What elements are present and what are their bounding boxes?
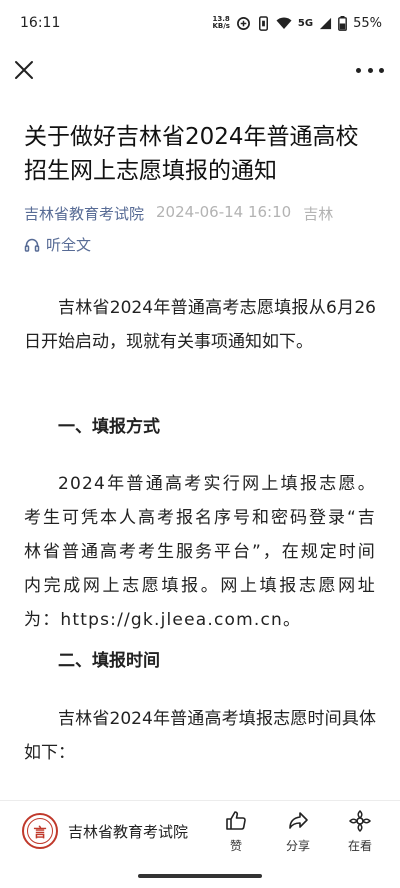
flower-icon [348, 809, 372, 833]
account-card[interactable]: 言 吉林省教育考试院 [22, 813, 188, 849]
vibrate-icon [258, 15, 268, 31]
article-meta: 吉林省教育考试院 2024-06-14 16:10 吉林 [24, 203, 384, 224]
more-icon-dot [367, 67, 373, 73]
section-heading-time: 二、填报时间 [58, 651, 160, 671]
close-icon [15, 61, 33, 79]
status-bar: 16:11 13.8 KB/s 5G 55% [0, 0, 400, 46]
article-source-link[interactable]: 吉林省教育考试院 [24, 203, 144, 224]
seal-logo: 言 [27, 818, 53, 844]
close-button[interactable] [12, 58, 36, 82]
section-heading-method: 一、填报方式 [58, 417, 160, 437]
paragraph-time: 吉林省2024年普通高考填报志愿时间具体如下： [24, 709, 376, 763]
share-label: 分享 [285, 839, 310, 853]
article-date: 2024-06-14 16:10 [156, 203, 292, 221]
home-indicator[interactable] [138, 874, 262, 878]
more-icon-dot [356, 67, 361, 73]
avatar: 言 [22, 813, 58, 849]
paragraph-intro: 吉林省2024年普通高考志愿填报从6月26日开始启动，现就有关事项通知如下。 [24, 298, 376, 352]
thumbs-up-icon [226, 811, 246, 830]
status-time: 16:11 [20, 15, 61, 31]
net-speed-unit: KB/s [212, 22, 230, 30]
share-icon [289, 812, 308, 829]
net-speed-indicator: 13.8 KB/s [212, 16, 229, 30]
bottom-action-bar: 言 吉林省教育考试院 赞 分享 在看 [0, 800, 400, 864]
like-label: 赞 [229, 839, 242, 853]
more-options-button[interactable] [356, 58, 384, 82]
watching-label: 在看 [347, 839, 372, 853]
listen-full-text-button[interactable]: 听全文 [24, 234, 91, 255]
network-type: 5G [297, 17, 314, 29]
article-region: 吉林 [303, 205, 334, 223]
headphones-icon [24, 238, 40, 252]
wifi-icon [276, 17, 292, 29]
action-buttons: 赞 分享 在看 [216, 809, 380, 854]
signal-icon [320, 17, 332, 29]
status-icons: 13.8 KB/s 5G 55% [212, 15, 382, 31]
data-saver-icon [236, 16, 250, 30]
share-button[interactable]: 分享 [278, 809, 318, 854]
battery-percent: 55% [353, 15, 382, 31]
account-name: 吉林省教育考试院 [68, 822, 189, 841]
battery-icon [338, 15, 347, 31]
more-icon-dot [379, 67, 384, 73]
like-button[interactable]: 赞 [216, 809, 256, 854]
article-title: 关于做好吉林省2024年普通高校招生网上志愿填报的通知 [24, 124, 359, 184]
listen-label: 听全文 [46, 236, 92, 254]
paragraph-method: 2024年普通高考实行网上填报志愿。考生可凭本人高考报名序号和密码登录“吉林省普… [24, 474, 376, 630]
top-navigation [0, 46, 400, 96]
watching-button[interactable]: 在看 [340, 809, 380, 854]
